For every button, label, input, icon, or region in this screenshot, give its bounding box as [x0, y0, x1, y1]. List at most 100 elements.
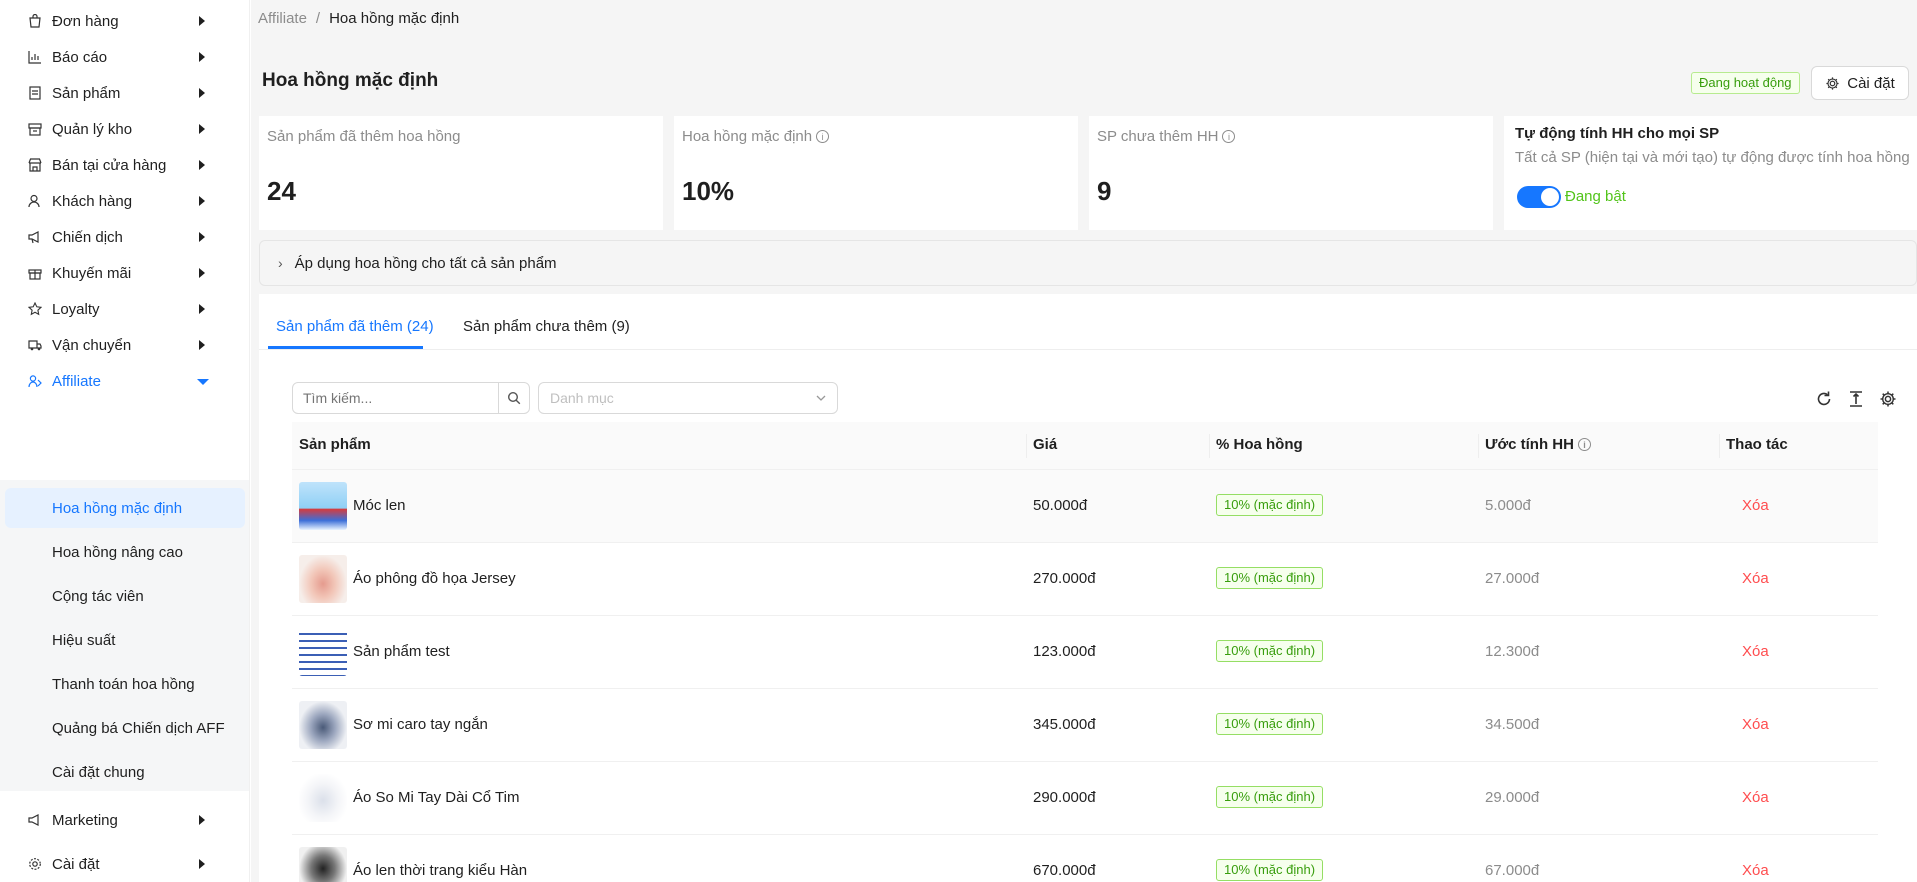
column-divider [1209, 434, 1210, 458]
card-label: SP chưa thêm HH i [1097, 128, 1236, 145]
commission-tag: 10% (mặc định) [1216, 859, 1324, 881]
column-header-actions: Thao tác [1726, 436, 1788, 453]
column-header-product: Sản phẩm [299, 436, 371, 453]
status-badge: Đang hoạt động [1691, 72, 1800, 94]
commission-tag: 10% (mặc định) [1216, 494, 1324, 516]
search-box [292, 382, 530, 414]
settings-button[interactable]: Cài đặt [1811, 66, 1909, 100]
chevron-down-icon [816, 395, 826, 401]
submenu-commission-payment[interactable]: Thanh toán hoa hồng [0, 664, 249, 704]
chart-icon [28, 50, 42, 64]
marketing-icon [28, 813, 42, 827]
gear-icon [1826, 76, 1839, 90]
sidebar-item-label: Marketing [52, 811, 118, 829]
sidebar-item-settings[interactable]: Cài đặt [0, 846, 249, 882]
table-header: Sản phẩm Giá % Hoa hồng Ước tính HH i Tha… [292, 422, 1878, 470]
column-header-commission: % Hoa hồng [1216, 436, 1303, 453]
search-icon [507, 391, 521, 405]
product-thumbnail [299, 774, 347, 822]
delete-button[interactable]: Xóa [1742, 716, 1769, 733]
commission-tag: 10% (mặc định) [1216, 786, 1324, 808]
card-products-added: Sản phẩm đã thêm hoa hồng 24 [259, 116, 663, 230]
tab-added-products[interactable]: Sản phẩm đã thêm (24) [276, 318, 434, 335]
info-icon: i [816, 130, 830, 143]
card-label-text: SP chưa thêm HH [1097, 128, 1219, 145]
delete-button[interactable]: Xóa [1742, 570, 1769, 587]
commission-estimate: 67.000đ [1485, 862, 1540, 879]
commission-tag: 10% (mặc định) [1216, 640, 1324, 662]
delete-button[interactable]: Xóa [1742, 862, 1769, 879]
delete-button[interactable]: Xóa [1742, 643, 1769, 660]
star-icon [28, 302, 42, 316]
auto-commission-toggle[interactable] [1517, 186, 1561, 208]
apply-all-collapse[interactable]: › Áp dụng hoa hồng cho tất cả sản phẩm [259, 240, 1917, 286]
product-name[interactable]: Sơ mi caro tay ngắn [353, 716, 488, 733]
product-name[interactable]: Áo len thời trang kiểu Hàn [353, 862, 527, 879]
product-price: 50.000đ [1033, 497, 1088, 514]
product-name[interactable]: Móc len [353, 497, 406, 514]
breadcrumb-current: Hoa hồng mặc định [329, 10, 460, 27]
info-icon: i [1577, 438, 1591, 451]
sidebar-item-customers[interactable]: Khách hàng [0, 183, 249, 219]
sidebar-item-label: Cài đặt [52, 855, 100, 873]
submenu-default-commission[interactable]: Hoa hồng mặc định [5, 488, 245, 528]
commission-estimate: 29.000đ [1485, 789, 1540, 806]
submenu-collaborators[interactable]: Cộng tác viên [0, 576, 249, 616]
sidebar-item-store[interactable]: Bán tại cửa hàng [0, 147, 249, 183]
commission-tag: 10% (mặc định) [1216, 567, 1324, 589]
sidebar-item-promotions[interactable]: Khuyến mãi [0, 255, 249, 291]
refresh-icon[interactable] [1815, 390, 1833, 408]
sidebar-item-label: Bán tại cửa hàng [52, 156, 167, 174]
caret-right-icon [199, 268, 205, 278]
product-name[interactable]: Áo phông đồ họa Jersey [353, 570, 516, 587]
page-title: Hoa hồng mặc định [262, 70, 439, 91]
auto-description: Tất cả SP (hiện tại và mới tạo) tự động … [1515, 149, 1910, 166]
affiliate-icon [28, 374, 42, 388]
delete-button[interactable]: Xóa [1742, 497, 1769, 514]
sidebar-item-shipping[interactable]: Vận chuyển [0, 327, 249, 363]
sidebar-item-warehouse[interactable]: Quản lý kho [0, 111, 249, 147]
column-height-icon[interactable] [1847, 390, 1865, 408]
column-header-price: Giá [1033, 436, 1058, 453]
gear-icon[interactable] [1879, 390, 1897, 408]
product-name[interactable]: Áo So Mi Tay Dài Cổ Tim [353, 789, 519, 806]
sidebar-item-label: Quản lý kho [52, 120, 133, 138]
sidebar-item-marketing[interactable]: Marketing [0, 802, 249, 838]
sidebar-item-loyalty[interactable]: Loyalty [0, 291, 249, 327]
warehouse-icon [28, 122, 42, 136]
table-row: Áo So Mi Tay Dài Cổ Tim 290.000đ 10% (mặ… [292, 762, 1878, 835]
search-button[interactable] [499, 383, 529, 413]
submenu-performance[interactable]: Hiệu suất [0, 620, 249, 660]
submenu-aff-campaign-promo[interactable]: Quảng bá Chiến dịch AFF [0, 708, 249, 748]
commission-estimate: 27.000đ [1485, 570, 1540, 587]
column-header-estimate: Ước tính HH i [1485, 436, 1591, 453]
main-content: Affiliate / Hoa hồng mặc định Hoa hồng mặc… [251, 0, 1917, 882]
submenu-general-settings[interactable]: Cài đặt chung [0, 752, 249, 792]
category-placeholder: Danh mục [550, 390, 614, 406]
caret-right-icon [199, 232, 205, 242]
sidebar-item-affiliate[interactable]: Affiliate [0, 363, 249, 399]
sidebar-item-orders[interactable]: Đơn hàng [0, 3, 249, 39]
tab-not-added-products[interactable]: Sản phẩm chưa thêm (9) [463, 318, 630, 335]
category-select[interactable]: Danh mục [538, 382, 838, 414]
search-input[interactable] [293, 383, 499, 413]
breadcrumb-parent[interactable]: Affiliate [258, 10, 307, 27]
truck-icon [28, 338, 42, 352]
bag-icon [28, 14, 42, 28]
caret-down-icon [197, 379, 209, 385]
column-divider [1478, 434, 1479, 458]
breadcrumb: Affiliate / Hoa hồng mặc định [258, 10, 459, 27]
sidebar-item-reports[interactable]: Báo cáo [0, 39, 249, 75]
submenu-advanced-commission[interactable]: Hoa hồng nâng cao [0, 532, 249, 572]
sidebar-item-campaigns[interactable]: Chiến dịch [0, 219, 249, 255]
toggle-knob [1541, 188, 1559, 206]
product-icon [28, 86, 42, 100]
caret-right-icon [199, 340, 205, 350]
product-name[interactable]: Sản phẩm test [353, 643, 450, 660]
caret-right-icon [199, 304, 205, 314]
auto-title: Tự động tính HH cho mọi SP [1515, 125, 1720, 142]
sidebar-item-products[interactable]: Sản phẩm [0, 75, 249, 111]
apply-all-label: Áp dụng hoa hồng cho tất cả sản phẩm [294, 254, 557, 272]
caret-right-icon [199, 815, 205, 825]
delete-button[interactable]: Xóa [1742, 789, 1769, 806]
